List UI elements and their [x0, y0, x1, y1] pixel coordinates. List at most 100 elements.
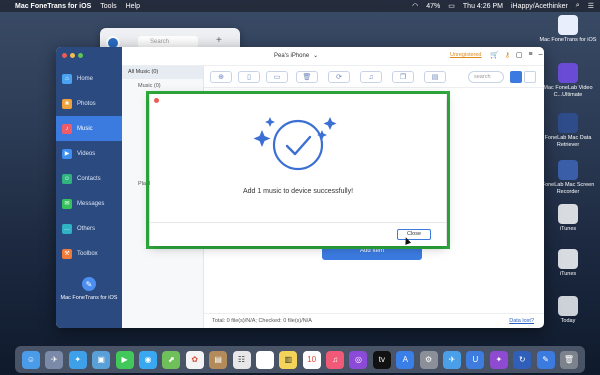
add-icon[interactable]: ⊕ — [210, 71, 232, 83]
video-converter-app-icon — [558, 63, 578, 83]
desktop-icon-itunes-2[interactable]: iTunes — [537, 249, 599, 278]
status-text: Total: 0 file(s)/N/A; Checked: 0 file(s)… — [212, 318, 312, 324]
sidebar-item-messages[interactable]: ✉ Messages — [56, 191, 122, 216]
sidebar-item-photos[interactable]: ❀ Photos — [56, 91, 122, 116]
clock[interactable]: Thu 4:26 PM — [463, 3, 503, 10]
fonetrans-logo-icon: ✎ — [82, 277, 96, 291]
desktop-icon-label: Today — [560, 318, 576, 324]
battery-percent[interactable]: 47% — [426, 3, 440, 10]
wifi-icon[interactable]: ◠ — [412, 2, 418, 10]
desktop-icon-itunes-1[interactable]: iTunes — [537, 204, 599, 233]
preview-icon[interactable]: ▣ — [92, 350, 111, 369]
sidebar-item-music[interactable]: ♪ Music — [56, 116, 122, 141]
music-icon[interactable]: ♫ — [326, 350, 345, 369]
minimize-window-button[interactable] — [70, 53, 75, 58]
device-selector[interactable]: Pea's iPhone ⌄ — [270, 52, 319, 60]
desktop-icon-video-converter[interactable]: Mac FoneLab Video C...Ultimate — [537, 63, 599, 98]
sidebar-item-label: Contacts — [77, 175, 101, 182]
success-dialog: Add 1 music to device successfully! Clos… — [150, 94, 446, 246]
user-name[interactable]: iHappy/Acethinker — [511, 3, 568, 10]
messages-icon[interactable]: ◉ — [138, 350, 157, 369]
sidebar-nav: ⌂ Home ❀ Photos ♪ Music ▶ Videos ☺ Contacts ✉ Messa… — [56, 66, 122, 266]
data-retriever-dock-icon[interactable]: ✎ — [536, 350, 555, 369]
brand-name: Mac FoneTrans for iOS — [60, 295, 118, 301]
desktop-icon-data-retriever[interactable]: FoneLab Mac Data Retriever — [537, 113, 599, 148]
cart-icon[interactable]: 🛒 — [490, 51, 499, 59]
sidebar-item-label: Home — [77, 75, 94, 82]
desktop-icon-label: FoneLab Mac Data Retriever — [544, 135, 592, 148]
finder-icon[interactable]: ☺ — [22, 350, 40, 369]
unregistered-link[interactable]: Unregistered — [450, 52, 482, 58]
control-center-icon[interactable]: ☰ — [588, 2, 594, 10]
drive-icon — [558, 249, 578, 269]
safari-icon[interactable]: ✦ — [68, 350, 87, 369]
podcasts-icon[interactable]: ◎ — [349, 350, 368, 369]
minimize-icon[interactable]: – — [539, 51, 543, 59]
close-window-button[interactable] — [62, 53, 67, 58]
photos-icon[interactable]: ✿ — [185, 350, 204, 369]
menu-icon[interactable]: ≡ — [528, 51, 532, 59]
app-store-icon[interactable]: A — [396, 350, 415, 369]
list-view-button[interactable] — [524, 71, 536, 83]
stickies-icon[interactable]: ▥ — [279, 350, 298, 369]
facetime-icon[interactable]: ▶ — [115, 350, 134, 369]
apple-tv-icon[interactable]: tv — [372, 350, 391, 369]
system-preferences-icon[interactable]: ⚙ — [419, 350, 438, 369]
desktop-icon-screen-recorder[interactable]: FoneLab Mac Screen Recorder — [537, 160, 599, 195]
video-converter-dock-icon[interactable]: ✦ — [489, 350, 508, 369]
sidebar-item-label: Messages — [77, 200, 105, 207]
sidebar-brand: ✎ Mac FoneTrans for iOS — [56, 277, 122, 301]
calendar-icon[interactable]: 10 — [302, 350, 321, 369]
sidebar-item-label: Music — [77, 125, 93, 132]
desktop-icon-today[interactable]: Today — [537, 296, 599, 325]
window-controls — [62, 53, 83, 58]
menu-tools[interactable]: Tools — [100, 3, 116, 10]
chevron-down-icon: ⌄ — [313, 53, 319, 59]
chat-icon[interactable]: ▢ — [516, 51, 523, 59]
sidebar-item-others[interactable]: … Others — [56, 216, 122, 241]
trash-icon[interactable]: 🗑 — [559, 350, 578, 369]
status-bar: Total: 0 file(s)/N/A; Checked: 0 file(s)… — [204, 313, 544, 328]
ios-transfer-dock-icon[interactable]: ↻ — [513, 350, 532, 369]
desktop-icon-label: FoneLab Mac Screen Recorder — [541, 182, 595, 195]
contacts-icon: ☺ — [62, 173, 72, 184]
launchpad-icon[interactable]: ✈ — [45, 350, 64, 369]
dock-app-icon[interactable]: ✈ — [443, 350, 462, 369]
menu-help[interactable]: Help — [126, 3, 140, 10]
toolbox-icon[interactable]: ▤ — [424, 71, 446, 83]
search-input[interactable]: search — [468, 71, 504, 83]
menu-app-name[interactable]: Mac FoneTrans for iOS — [15, 3, 91, 10]
delete-icon[interactable]: 🗑 — [296, 71, 318, 83]
sidebar-item-toolbox[interactable]: ⚒ Toolbox — [56, 241, 122, 266]
sidebar-item-contacts[interactable]: ☺ Contacts — [56, 166, 122, 191]
notes-app-icon[interactable]: ▤ — [209, 350, 228, 369]
contacts-icon[interactable]: ☷ — [232, 350, 251, 369]
maps-icon[interactable]: ⬈ — [162, 350, 181, 369]
photos-icon: ❀ — [62, 98, 72, 109]
success-check-icon — [253, 117, 337, 171]
ringtone-icon[interactable]: ♫ — [360, 71, 382, 83]
grid-view-button[interactable] — [510, 71, 522, 83]
export-computer-icon[interactable]: ▭ — [266, 71, 288, 83]
all-music-item[interactable]: All Music (0) — [122, 66, 203, 79]
dialog-divider — [150, 222, 446, 223]
refresh-icon[interactable]: ⟳ — [328, 71, 350, 83]
export-device-icon[interactable]: ▯ — [238, 71, 260, 83]
top-icons: 🛒 ⚷ ▢ ≡ – ✕ — [490, 51, 544, 59]
search-icon[interactable]: ⌕ — [576, 2, 580, 10]
add-icon[interactable]: + — [216, 35, 222, 46]
drive-icon — [558, 204, 578, 224]
reminders-icon[interactable]: ☰ — [255, 350, 274, 369]
zoom-window-button[interactable] — [78, 53, 83, 58]
battery-icon: ▭ — [448, 3, 455, 10]
desktop-icon-fonetrans[interactable]: Mac FoneTrans for iOS — [537, 15, 599, 44]
music-icon: ♪ — [62, 123, 72, 134]
desktop-icon-label: iTunes — [559, 226, 577, 232]
dialog-close-dot[interactable] — [154, 98, 159, 103]
copy-icon[interactable]: ❐ — [392, 71, 414, 83]
sidebar-item-home[interactable]: ⌂ Home — [56, 66, 122, 91]
data-lost-link[interactable]: Data lost? — [509, 314, 534, 328]
key-icon[interactable]: ⚷ — [505, 51, 510, 59]
sidebar-item-videos[interactable]: ▶ Videos — [56, 141, 122, 166]
fonetrans-dock-icon[interactable]: U — [466, 350, 485, 369]
